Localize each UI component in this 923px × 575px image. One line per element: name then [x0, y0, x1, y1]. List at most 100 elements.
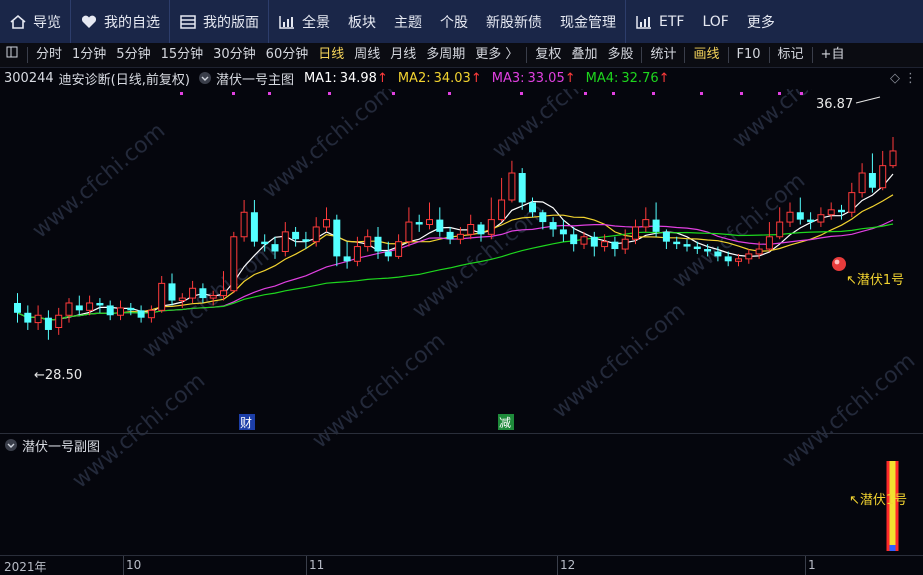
tab-1min[interactable]: 1分钟 [67, 43, 111, 67]
tool-draw-line[interactable]: 画线 [688, 43, 724, 67]
tab-monthly[interactable]: 月线 [385, 43, 421, 67]
candle-body-down [384, 251, 392, 257]
signal-label: ↖潜伏1号 [846, 273, 904, 288]
sub-signal-label: ↖潜伏1号 [849, 493, 907, 508]
tab-15min[interactable]: 15分钟 [156, 43, 209, 67]
tab-weekly[interactable]: 周线 [349, 43, 385, 67]
x-label-jan: 1 [808, 558, 816, 572]
candle-body-up [364, 236, 372, 248]
ma4-label: MA4: [585, 70, 619, 86]
nav-ipo[interactable]: 新股新债 [477, 0, 551, 43]
nav-theme[interactable]: 主题 [385, 0, 431, 43]
signal-dot [700, 92, 703, 95]
candle-body-down [693, 246, 701, 250]
tab-more[interactable]: 更多 〉 [470, 43, 523, 67]
home-icon [10, 14, 26, 29]
ma1-value: 34.98 [339, 70, 377, 86]
tool-custom[interactable]: +自 [816, 43, 850, 67]
tool-restore-rights[interactable]: 复权 [530, 43, 566, 67]
tab-timeshare[interactable]: 分时 [31, 43, 67, 67]
signal-dot [612, 92, 615, 95]
candle-body-up [65, 302, 73, 316]
candle-body-up [55, 314, 63, 329]
candle-body-down [96, 302, 104, 306]
tool-overlay[interactable]: 叠加 [566, 43, 602, 67]
candle-body-down [714, 251, 722, 257]
nav-sector[interactable]: 板块 [339, 0, 385, 43]
tab-30min[interactable]: 30分钟 [208, 43, 261, 67]
candle-body-down [477, 224, 485, 235]
chart-bars-icon [636, 15, 651, 29]
candle-body-down [106, 305, 114, 316]
tool-f10[interactable]: F10 [732, 43, 766, 67]
candle-body-down [75, 305, 83, 311]
tab-5min[interactable]: 5分钟 [111, 43, 155, 67]
chevron-down-icon[interactable] [4, 438, 18, 452]
signal-dot [268, 92, 271, 95]
tab-multi-period[interactable]: 多周期 [421, 43, 470, 67]
candle-body-up [848, 192, 856, 213]
signal-dot [448, 92, 451, 95]
candle-body-up [632, 226, 639, 240]
ma3-label: MA3: [491, 70, 525, 86]
candle-body-down [652, 219, 660, 232]
candle-body-up [621, 238, 629, 250]
layout-icon [180, 14, 196, 29]
nav-watchlist-label: 我的自选 [104, 14, 160, 31]
tool-statistics[interactable]: 统计 [645, 43, 681, 67]
nav-cash[interactable]: 现金管理 [551, 0, 625, 43]
chevron-down-icon[interactable] [198, 71, 212, 85]
candle-body-up [765, 236, 773, 250]
candle-body-down [137, 310, 145, 318]
subchart-title[interactable]: 潜伏一号副图 [22, 436, 100, 455]
ma1-label: MA1: [303, 70, 337, 86]
nav-etf[interactable]: ETF [626, 0, 693, 43]
candle-body-down [374, 236, 382, 252]
indicator-name[interactable]: 潜伏一号主图 [216, 69, 294, 88]
nav-layout[interactable]: 我的版面 [170, 0, 268, 43]
toolbar-menu-icon[interactable] [0, 43, 24, 67]
candle-body-up [508, 172, 516, 201]
badge-cai-text: 财 [240, 416, 252, 430]
nav-home[interactable]: 导览 [0, 0, 70, 43]
candle-body-up [312, 226, 320, 243]
signal-dot [740, 92, 743, 95]
watermark-text: www.cfchi.com [668, 168, 810, 293]
candle-body-up [745, 253, 753, 260]
x-label-nov: 11 [309, 558, 325, 572]
candle-body-up [117, 307, 124, 316]
diamond-icon[interactable]: ◇ [890, 71, 900, 86]
candle-body-down [446, 231, 454, 240]
signal-dot [652, 92, 655, 95]
candle-body-down [415, 222, 423, 225]
ma3-up-arrow-icon: ↑ [564, 70, 576, 86]
nav-more[interactable]: 更多 [738, 0, 784, 43]
watermark-text: www.cfchi.com [548, 298, 690, 423]
watermark-text: www.cfchi.com [258, 89, 400, 204]
signal-dots [180, 92, 803, 95]
candle-body-down [724, 256, 732, 262]
candle-body-up [86, 302, 94, 311]
high-price-label: 36.87 [816, 97, 853, 112]
ma2-up-arrow-icon: ↑ [470, 70, 482, 86]
nav-lof[interactable]: LOF [693, 0, 737, 43]
candle-body-up [889, 150, 897, 167]
candlestick-chart[interactable]: www.cfchi.com www.cfchi.com www.cfchi.com w… [0, 89, 923, 555]
tool-mark[interactable]: 标记 [773, 43, 809, 67]
candle-body-down [683, 244, 691, 247]
signal-dot [232, 92, 235, 95]
tool-multi-stock[interactable]: 多股 [602, 43, 638, 67]
candle-body-down [807, 219, 815, 223]
tab-daily[interactable]: 日线 [313, 43, 349, 67]
tab-60min[interactable]: 60分钟 [261, 43, 314, 67]
more-options-icon[interactable]: ⋮ [904, 71, 917, 86]
nav-stock[interactable]: 个股 [431, 0, 477, 43]
candle-body-up [776, 221, 784, 238]
top-navigation: 导览 我的自选 我的版面 全景 板块 主题 个股 新股新债 现金管理 ETF L… [0, 0, 923, 44]
heart-icon [81, 15, 97, 28]
nav-watchlist[interactable]: 我的自选 [71, 0, 169, 43]
nav-panorama[interactable]: 全景 [269, 0, 339, 43]
panel-icon [6, 46, 18, 58]
candle-body-down [250, 212, 258, 242]
candle-body-up [467, 224, 475, 235]
